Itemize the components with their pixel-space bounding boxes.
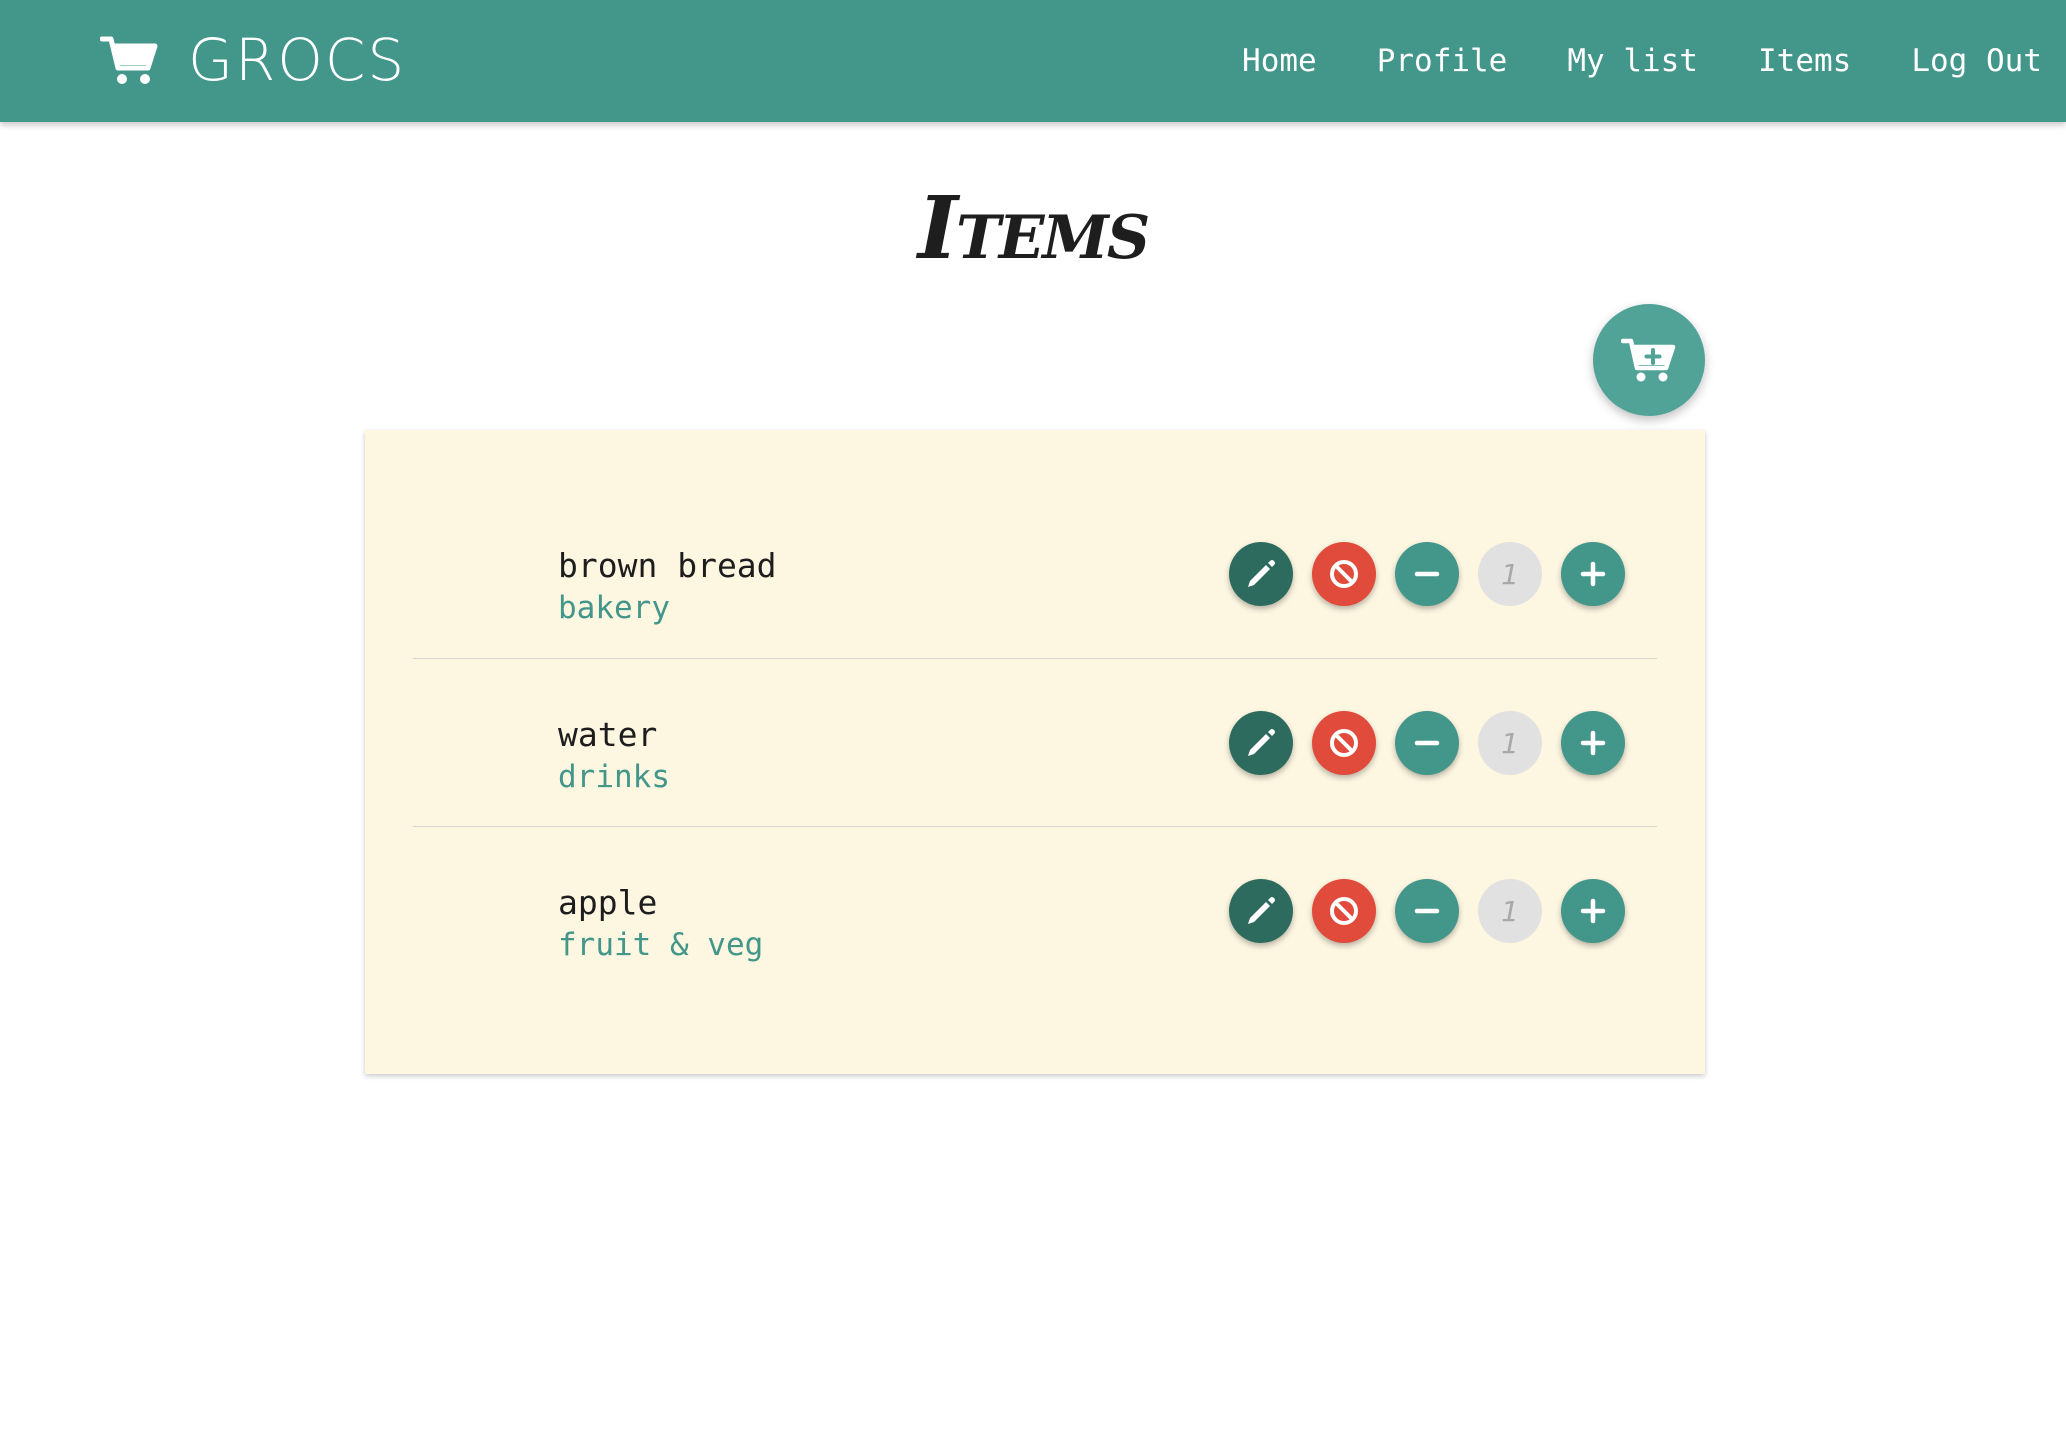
nav-link-home[interactable]: Home (1242, 43, 1317, 79)
brand-logo-link[interactable]: GROCS (100, 22, 406, 98)
item-category: drinks (558, 759, 670, 795)
cart-plus-icon (1621, 338, 1676, 382)
minus-icon (1414, 908, 1440, 914)
quantity-display: 1 (1478, 542, 1542, 606)
items-card: brown bread bakery 1 water drinks 1 appl… (365, 430, 1705, 1074)
ban-icon (1330, 729, 1358, 757)
plus-icon (1580, 898, 1606, 924)
decrease-quantity-button[interactable] (1395, 711, 1459, 775)
ban-icon (1330, 560, 1358, 588)
item-category: fruit & veg (558, 927, 764, 963)
plus-icon (1580, 561, 1606, 587)
quantity-display: 1 (1478, 711, 1542, 775)
ban-icon (1330, 897, 1358, 925)
nav-menu: Home Profile My list Items Log Out (1182, 0, 2042, 122)
delete-item-button[interactable] (1312, 711, 1376, 775)
edit-item-button[interactable] (1229, 711, 1293, 775)
item-category: bakery (558, 590, 670, 626)
item-name: brown bread (558, 546, 777, 585)
navbar: GROCS Home Profile My list Items Log Out (0, 0, 2066, 122)
pencil-icon (1248, 897, 1275, 924)
item-name: apple (558, 883, 658, 922)
item-row: brown bread bakery 1 (413, 490, 1657, 658)
nav-link-profile[interactable]: Profile (1377, 43, 1508, 79)
minus-icon (1414, 571, 1440, 577)
minus-icon (1414, 740, 1440, 746)
brand-name: GROCS (188, 26, 407, 94)
nav-link-my-list[interactable]: My list (1567, 43, 1698, 79)
increase-quantity-button[interactable] (1561, 879, 1625, 943)
delete-item-button[interactable] (1312, 879, 1376, 943)
item-row: water drinks 1 (413, 658, 1657, 826)
delete-item-button[interactable] (1312, 542, 1376, 606)
increase-quantity-button[interactable] (1561, 542, 1625, 606)
item-name: water (558, 715, 658, 754)
decrease-quantity-button[interactable] (1395, 542, 1459, 606)
shopping-cart-icon (100, 36, 158, 84)
decrease-quantity-button[interactable] (1395, 879, 1459, 943)
pencil-icon (1248, 560, 1275, 587)
add-item-button[interactable] (1593, 304, 1705, 416)
edit-item-button[interactable] (1229, 542, 1293, 606)
nav-link-items[interactable]: Items (1758, 43, 1851, 79)
pencil-icon (1248, 729, 1275, 756)
plus-icon (1580, 730, 1606, 756)
page-title: Items (917, 178, 1150, 279)
increase-quantity-button[interactable] (1561, 711, 1625, 775)
nav-link-log-out[interactable]: Log Out (1911, 43, 2042, 79)
quantity-display: 1 (1478, 879, 1542, 943)
edit-item-button[interactable] (1229, 879, 1293, 943)
item-row: apple fruit & veg 1 (413, 826, 1657, 994)
